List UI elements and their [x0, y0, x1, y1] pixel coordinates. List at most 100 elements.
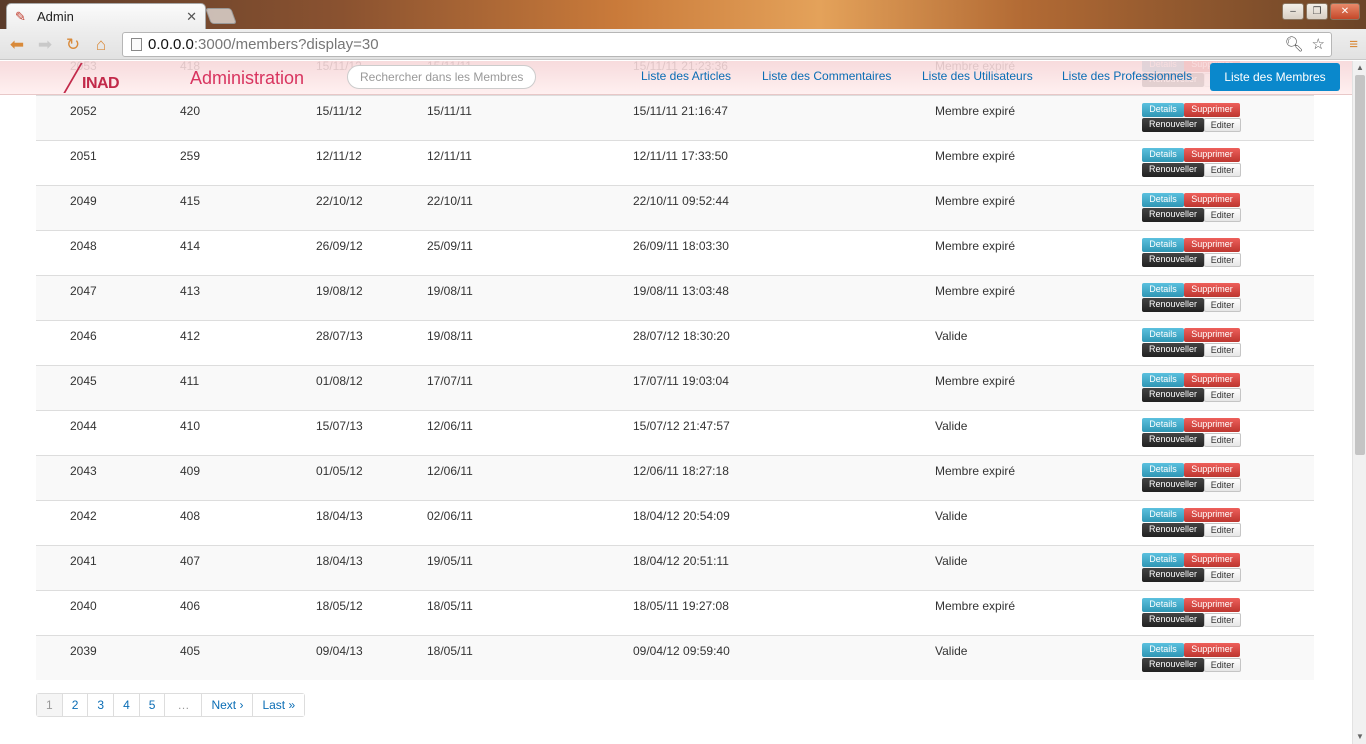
nav-link-professionnels[interactable]: Liste des Professionnels	[1062, 69, 1192, 83]
start-date: 12/06/11	[427, 464, 473, 478]
nav-link-utilisateurs[interactable]: Liste des Utilisateurs	[922, 69, 1033, 83]
renew-button[interactable]: Renouveller	[1142, 343, 1204, 357]
created-at: 22/10/11 09:52:44	[633, 194, 729, 208]
member-status: Membre expiré	[935, 284, 1016, 298]
renew-button[interactable]: Renouveller	[1142, 253, 1204, 267]
member-status: Valide	[935, 644, 968, 658]
scroll-down-icon[interactable]: ▼	[1353, 730, 1366, 744]
feather-favicon-icon: ✎	[15, 8, 26, 24]
delete-button[interactable]: Supprimer	[1184, 103, 1240, 117]
nav-link-membres[interactable]: Liste des Membres	[1210, 63, 1340, 91]
delete-button[interactable]: Supprimer	[1184, 238, 1240, 252]
details-button[interactable]: Details	[1142, 373, 1184, 387]
address-bar[interactable]: 0.0.0.0 :3000/members?display=30 🔍︎ ☆	[122, 32, 1332, 57]
created-at: 28/07/12 18:30:20	[633, 329, 730, 343]
delete-button[interactable]: Supprimer	[1184, 193, 1240, 207]
page-current: 1	[37, 694, 62, 716]
details-button[interactable]: Details	[1142, 463, 1184, 477]
edit-button[interactable]: Editer	[1204, 208, 1241, 222]
search-input[interactable]	[347, 65, 536, 89]
details-button[interactable]: Details	[1142, 148, 1184, 162]
edit-button[interactable]: Editer	[1204, 253, 1241, 267]
delete-button[interactable]: Supprimer	[1184, 283, 1240, 297]
renew-button[interactable]: Renouveller	[1142, 298, 1204, 312]
home-icon[interactable]: ⌂	[90, 34, 112, 56]
vertical-scrollbar[interactable]: ▲ ▼	[1352, 61, 1366, 744]
bookmark-star-icon[interactable]: ☆	[1312, 35, 1325, 53]
forward-icon[interactable]: ➡	[34, 34, 56, 56]
browser-toolbar: ⬅ ➡ ↻ ⌂ 0.0.0.0 :3000/members?display=30…	[0, 29, 1366, 60]
renew-button[interactable]: Renouveller	[1142, 388, 1204, 402]
edit-button[interactable]: Editer	[1204, 613, 1241, 627]
zoom-icon[interactable]: 🔍︎	[1285, 35, 1304, 53]
member-id: 2039	[70, 644, 97, 658]
edit-button[interactable]: Editer	[1204, 118, 1241, 132]
edit-button[interactable]: Editer	[1204, 298, 1241, 312]
page-link-3[interactable]: 3	[87, 694, 114, 716]
details-button[interactable]: Details	[1142, 238, 1184, 252]
edit-button[interactable]: Editer	[1204, 343, 1241, 357]
page-last[interactable]: Last »	[252, 694, 305, 716]
delete-button[interactable]: Supprimer	[1184, 508, 1240, 522]
details-button[interactable]: Details	[1142, 598, 1184, 612]
back-icon[interactable]: ⬅	[6, 34, 28, 56]
nav-link-commentaires[interactable]: Liste des Commentaires	[762, 69, 891, 83]
edit-button[interactable]: Editer	[1204, 568, 1241, 582]
delete-button[interactable]: Supprimer	[1184, 328, 1240, 342]
edit-button[interactable]: Editer	[1204, 523, 1241, 537]
page-link-2[interactable]: 2	[61, 694, 88, 716]
page-link-5[interactable]: 5	[138, 694, 165, 716]
renew-button[interactable]: Renouveller	[1142, 658, 1204, 672]
renew-button[interactable]: Renouveller	[1142, 163, 1204, 177]
scroll-up-icon[interactable]: ▲	[1353, 61, 1366, 75]
page-next[interactable]: Next ›	[201, 694, 253, 716]
brand-title[interactable]: Administration	[190, 68, 304, 89]
browser-tab[interactable]: ✎ Admin ✕	[6, 3, 206, 29]
renew-button[interactable]: Renouveller	[1142, 433, 1204, 447]
delete-button[interactable]: Supprimer	[1184, 418, 1240, 432]
member-id: 2042	[70, 509, 97, 523]
delete-button[interactable]: Supprimer	[1184, 148, 1240, 162]
details-button[interactable]: Details	[1142, 103, 1184, 117]
renew-button[interactable]: Renouveller	[1142, 613, 1204, 627]
renew-button[interactable]: Renouveller	[1142, 478, 1204, 492]
page-link-4[interactable]: 4	[113, 694, 139, 716]
inad-logo[interactable]: INAD	[63, 63, 132, 93]
renew-button[interactable]: Renouveller	[1142, 523, 1204, 537]
close-window-icon[interactable]: ✕	[1330, 3, 1360, 20]
menu-icon[interactable]: ≡	[1349, 36, 1358, 53]
start-date: 25/09/11	[427, 239, 473, 253]
details-button[interactable]: Details	[1142, 643, 1184, 657]
delete-button[interactable]: Supprimer	[1184, 643, 1240, 657]
minimize-icon[interactable]: –	[1282, 3, 1304, 20]
edit-button[interactable]: Editer	[1204, 658, 1241, 672]
member-id: 2051	[70, 149, 97, 163]
reload-icon[interactable]: ↻	[62, 34, 84, 56]
renew-button[interactable]: Renouveller	[1142, 208, 1204, 222]
details-button[interactable]: Details	[1142, 418, 1184, 432]
edit-button[interactable]: Editer	[1204, 433, 1241, 447]
created-at: 18/05/11 19:27:08	[633, 599, 729, 613]
member-number: 414	[180, 239, 201, 253]
new-tab-button[interactable]	[205, 8, 237, 24]
renew-button[interactable]: Renouveller	[1142, 568, 1204, 582]
details-button[interactable]: Details	[1142, 328, 1184, 342]
delete-button[interactable]: Supprimer	[1184, 373, 1240, 387]
details-button[interactable]: Details	[1142, 508, 1184, 522]
details-button[interactable]: Details	[1142, 193, 1184, 207]
renew-button[interactable]: Renouveller	[1142, 118, 1204, 132]
edit-button[interactable]: Editer	[1204, 478, 1241, 492]
details-button[interactable]: Details	[1142, 283, 1184, 297]
delete-button[interactable]: Supprimer	[1184, 553, 1240, 567]
edit-button[interactable]: Editer	[1204, 388, 1241, 402]
delete-button[interactable]: Supprimer	[1184, 598, 1240, 612]
scroll-thumb[interactable]	[1355, 75, 1365, 455]
delete-button[interactable]: Supprimer	[1184, 463, 1240, 477]
details-button[interactable]: Details	[1142, 553, 1184, 567]
edit-button[interactable]: Editer	[1204, 163, 1241, 177]
start-date: 22/10/11	[427, 194, 473, 208]
restore-icon[interactable]: ❐	[1306, 3, 1328, 20]
nav-link-articles[interactable]: Liste des Articles	[641, 69, 731, 83]
table-row: 2044 410 15/07/13 12/06/11 15/07/12 21:47:57…	[36, 410, 1314, 455]
close-tab-icon[interactable]: ✕	[186, 9, 197, 25]
